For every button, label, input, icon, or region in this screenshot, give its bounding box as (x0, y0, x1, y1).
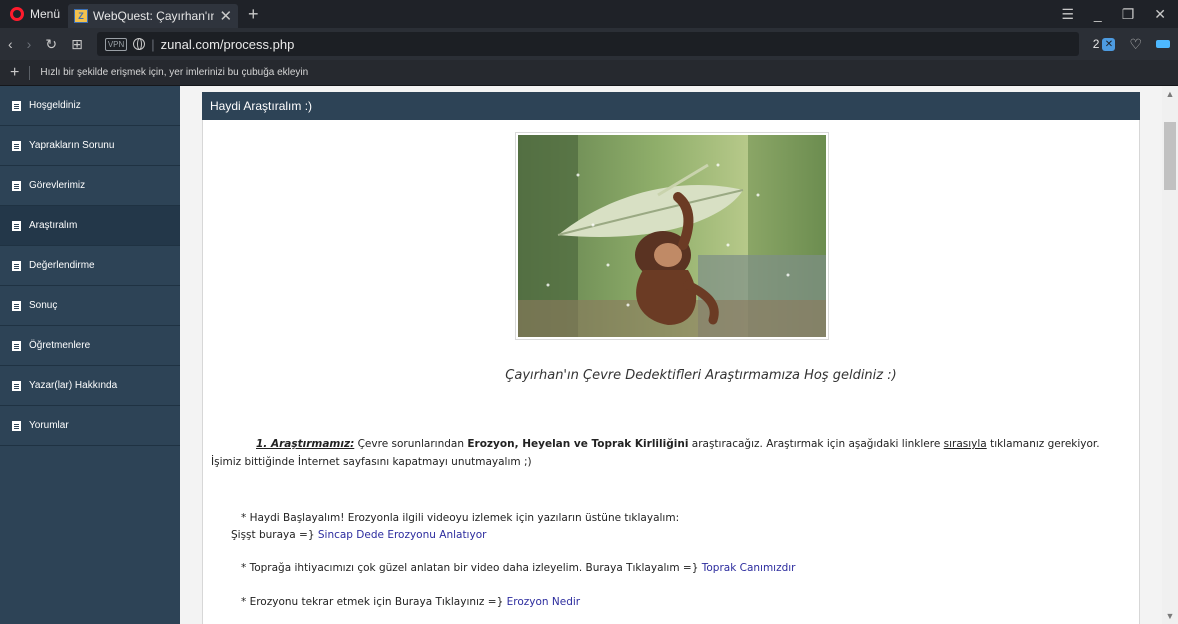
battery-saver-icon[interactable] (1156, 40, 1170, 48)
sidebar-item-label: Öğretmenlere (29, 340, 91, 351)
document-icon (12, 220, 21, 231)
tab-title: WebQuest: Çayırhan'ın Çe (93, 9, 215, 23)
toprak-canimizdir-link[interactable]: Toprak Canımızdır (702, 562, 796, 574)
item1-instruction: * Haydi Başlayalım! Erozyonla ilgili vid… (241, 512, 680, 524)
document-icon (12, 100, 21, 111)
address-toolbar: ‹ › ↻ ⊞ VPN | zunal.com/process.php 2 ✕ … (0, 28, 1178, 60)
document-icon (12, 380, 21, 391)
bookmark-separator (29, 65, 31, 80)
sidebar-item-gorevlerimiz[interactable]: Görevlerimiz (0, 166, 180, 206)
sidebar-item-hosgeldiniz[interactable]: Hoşgeldiniz (0, 86, 180, 126)
para-bold: Erozyon, Heyelan ve Toprak Kirliliğini (467, 438, 689, 450)
item3-line: * Erozyonu tekrar etmek için Buraya Tıkl… (241, 594, 580, 611)
scroll-down-icon[interactable]: ▼ (1162, 608, 1178, 624)
item1-link-line: Şişşt buraya =} Sincap Dede Erozyonu Anl… (231, 527, 486, 544)
web-page: Hoşgeldiniz Yaprakların Sorunu Görevleri… (0, 86, 1178, 624)
sincap-dede-link[interactable]: Sincap Dede Erozyonu Anlatıyor (318, 529, 487, 541)
page-title: Haydi Araştıralım :) (202, 92, 1140, 120)
sidebar-item-label: Hoşgeldiniz (29, 100, 81, 111)
document-icon (12, 420, 21, 431)
sidebar-item-label: Sonuç (29, 300, 58, 311)
orangutan-leaf-photo (518, 135, 826, 337)
adblock-icon: ✕ (1102, 37, 1116, 51)
sidebar-item-yorumlar[interactable]: Yorumlar (0, 406, 180, 446)
document-icon (12, 340, 21, 351)
sidebar-item-ogretmenlere[interactable]: Öğretmenlere (0, 326, 180, 366)
document-icon (12, 300, 21, 311)
address-field[interactable]: VPN | zunal.com/process.php (96, 32, 1079, 56)
bookmark-hint: Hızlı bir şekilde erişmek için, yer imle… (40, 67, 309, 78)
sidebar-item-arastiralim[interactable]: Araştıralım (0, 206, 180, 246)
scroll-thumb[interactable] (1164, 122, 1176, 190)
vpn-badge[interactable]: VPN (104, 37, 128, 51)
page-scrollbar[interactable]: ▲ ▼ (1162, 86, 1178, 624)
document-icon (12, 260, 21, 271)
adblock-button[interactable]: 2 ✕ (1093, 37, 1116, 51)
back-icon[interactable]: ‹ (8, 36, 13, 52)
forward-icon[interactable]: › (27, 36, 32, 52)
item1-prefix: Şişşt buraya =} (231, 529, 318, 541)
heart-icon[interactable]: ♡ (1129, 36, 1142, 53)
item3-prefix: * Erozyonu tekrar etmek için Buraya Tıkl… (241, 596, 507, 608)
restore-icon[interactable]: ❐ (1122, 6, 1135, 23)
document-icon (12, 140, 21, 151)
browser-tab[interactable]: Z WebQuest: Çayırhan'ın Çe ✕ (68, 4, 239, 28)
sidebar-item-sonuc[interactable]: Sonuç (0, 286, 180, 326)
close-window-icon[interactable]: ✕ (1154, 6, 1166, 23)
sidebar-item-label: Yorumlar (29, 420, 69, 431)
new-tab-button[interactable]: + (248, 4, 259, 25)
sidebar-item-yazarlar-hakkinda[interactable]: Yazar(lar) Hakkında (0, 366, 180, 406)
sidebar-item-yapraklarin-sorunu[interactable]: Yaprakların Sorunu (0, 126, 180, 166)
browser-tab-bar: Menü Z WebQuest: Çayırhan'ın Çe ✕ + ☰ _ … (0, 0, 1178, 28)
hero-image (515, 132, 829, 340)
sidebar-item-label: Yazar(lar) Hakkında (29, 380, 118, 391)
url-text[interactable]: zunal.com/process.php (161, 37, 295, 52)
minimize-icon[interactable]: _ (1094, 6, 1102, 22)
opera-menu-button[interactable]: Menü (0, 0, 68, 28)
tab-menu-icon[interactable]: ☰ (1061, 6, 1074, 23)
document-icon (12, 180, 21, 191)
close-icon[interactable]: ✕ (219, 7, 232, 25)
research-paragraph: 1. Araştırmamız: Çevre sorunlarından Ero… (211, 435, 1111, 471)
item2-prefix: * Toprağa ihtiyacımızı çok güzel anlatan… (241, 562, 702, 574)
content-panel: Çayırhan'ın Çevre Dedektifleri Araştırma… (202, 120, 1140, 624)
globe-icon (133, 38, 146, 50)
bookmarks-bar: + Hızlı bir şekilde erişmek için, yer im… (0, 60, 1178, 86)
sidebar-item-degerlendirme[interactable]: Değerlendirme (0, 246, 180, 286)
add-bookmark-icon[interactable]: + (10, 64, 19, 82)
welcome-text: Çayırhan'ın Çevre Dedektifleri Araştırma… (505, 368, 897, 383)
address-separator: | (151, 36, 155, 52)
sidebar-item-label: Araştıralım (29, 220, 78, 231)
main-content-area: Haydi Araştıralım :) Çayırhan'ın Çevre D… (180, 86, 1162, 624)
para-underline: sırasıyla (943, 438, 987, 450)
opera-logo-icon (10, 7, 24, 21)
sidebar-item-label: Yaprakların Sorunu (29, 140, 115, 151)
sidebar: Hoşgeldiniz Yaprakların Sorunu Görevleri… (0, 86, 180, 624)
scroll-up-icon[interactable]: ▲ (1162, 86, 1178, 102)
sidebar-item-label: Değerlendirme (29, 260, 95, 271)
speed-dial-icon[interactable]: ⊞ (71, 36, 83, 53)
research-lead: 1. Araştırmamız: (256, 438, 355, 450)
menu-label: Menü (30, 7, 61, 21)
reload-icon[interactable]: ↻ (45, 36, 57, 53)
sidebar-item-label: Görevlerimiz (29, 180, 86, 191)
adblock-count: 2 (1092, 37, 1100, 51)
item2-line: * Toprağa ihtiyacımızı çok güzel anlatan… (241, 560, 796, 577)
para-text-2: araştıracağız. Araştırmak için aşağıdaki… (688, 438, 944, 450)
zunal-favicon-icon: Z (74, 9, 89, 23)
para-text-1: Çevre sorunlarından (354, 438, 468, 450)
address-right-tools: 2 ✕ ♡ (1093, 36, 1170, 53)
window-controls: ☰ _ ❐ ✕ (1061, 6, 1178, 23)
erozyon-nedir-link[interactable]: Erozyon Nedir (507, 596, 581, 608)
